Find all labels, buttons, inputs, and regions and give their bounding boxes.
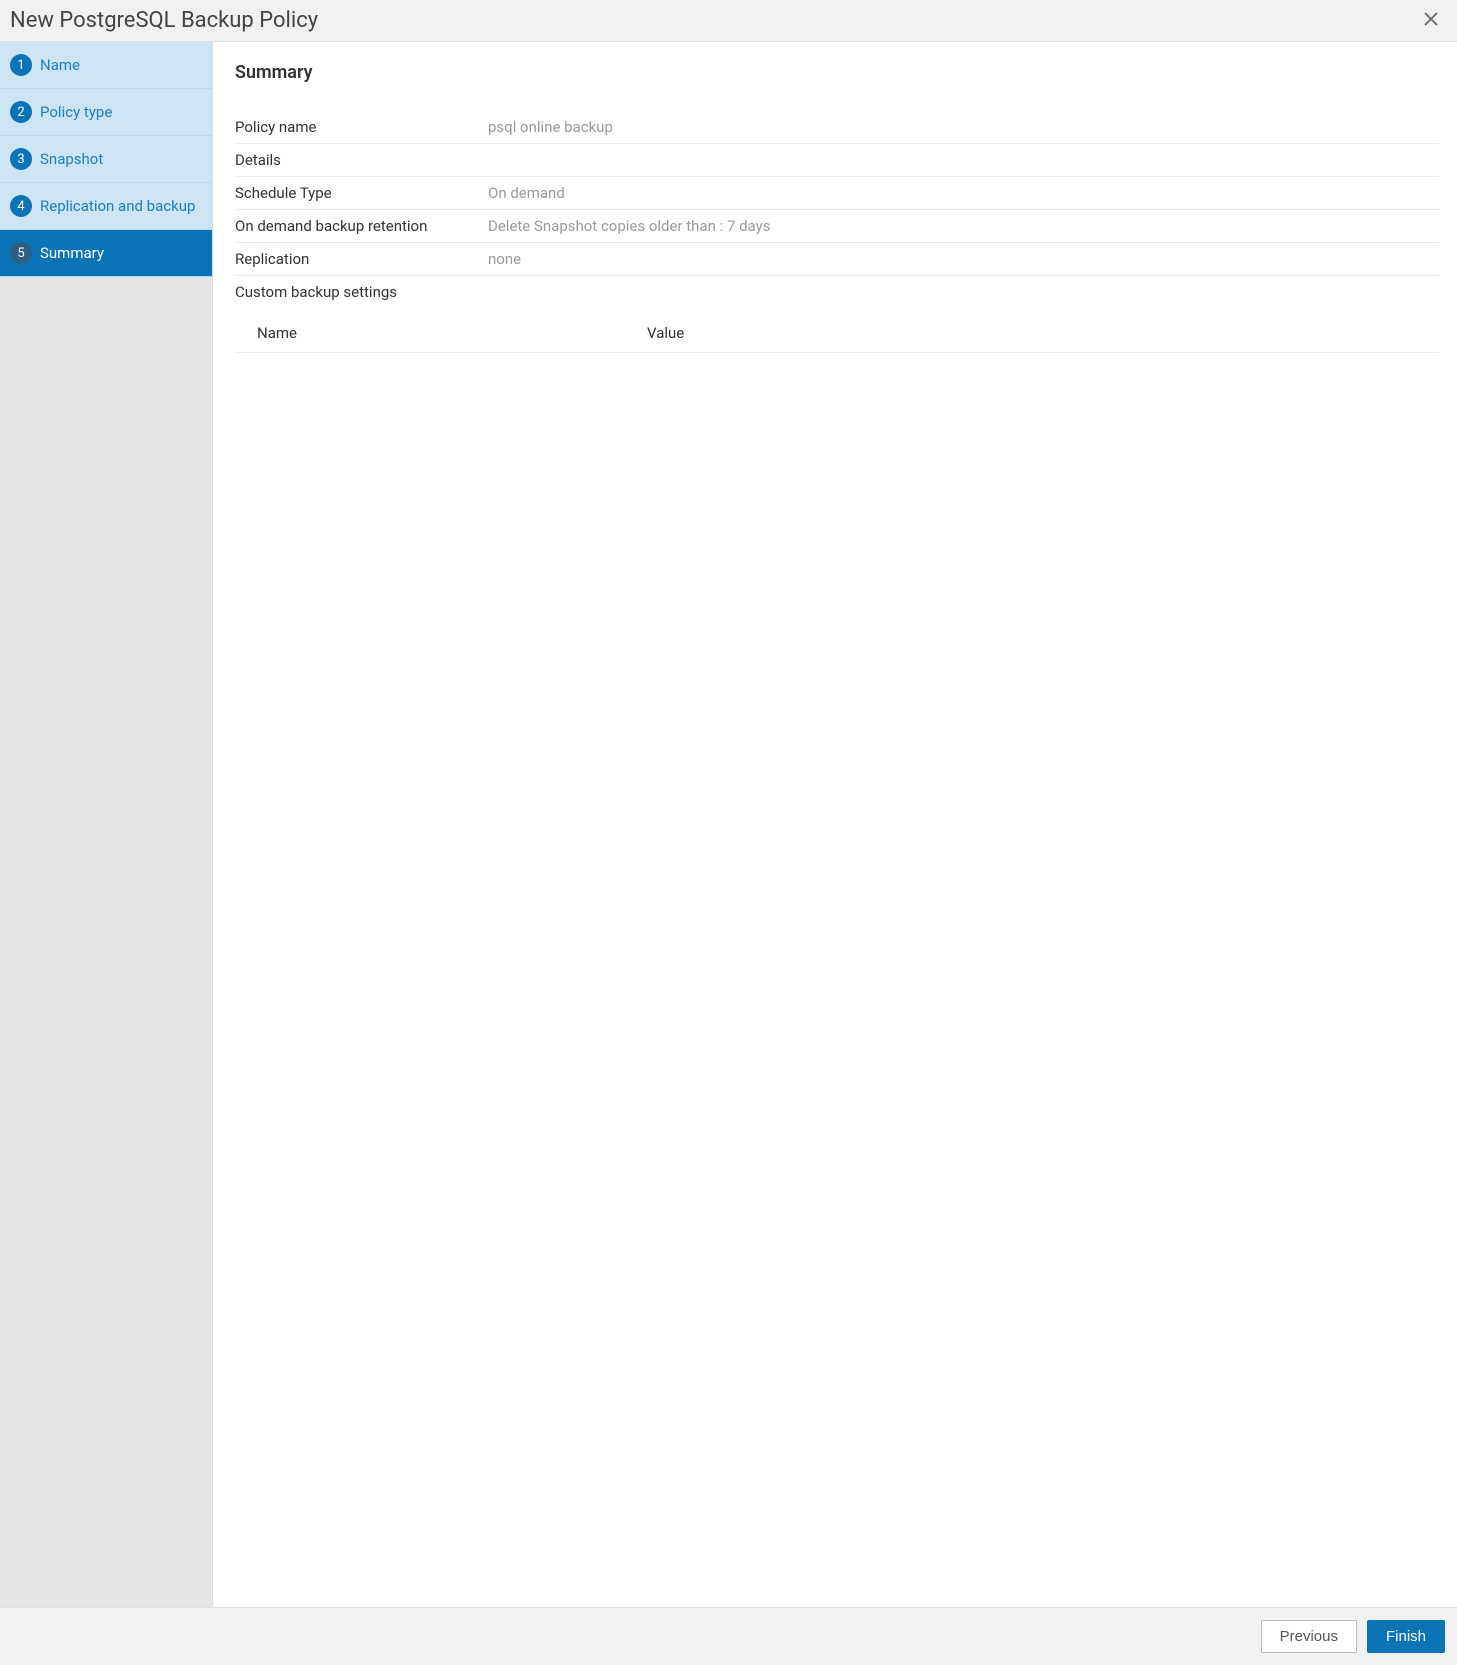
summary-row-retention: On demand backup retention Delete Snapsh… xyxy=(235,210,1439,243)
step-label: Snapshot xyxy=(40,150,103,168)
dialog-body: 1 Name 2 Policy type 3 Snapshot 4 Replic… xyxy=(0,42,1457,1607)
wizard-sidebar: 1 Name 2 Policy type 3 Snapshot 4 Replic… xyxy=(0,42,213,1607)
summary-label: Schedule Type xyxy=(235,184,488,202)
step-label: Name xyxy=(40,56,80,74)
summary-label: On demand backup retention xyxy=(235,217,488,235)
summary-label: Policy name xyxy=(235,118,488,136)
step-number-badge: 4 xyxy=(10,195,32,217)
wizard-step-name[interactable]: 1 Name xyxy=(0,42,212,89)
wizard-step-summary[interactable]: 5 Summary xyxy=(0,230,212,277)
step-number-badge: 5 xyxy=(10,242,32,264)
custom-settings-table-header: Name Value xyxy=(235,314,1439,353)
summary-row-policy-name: Policy name psql online backup xyxy=(235,111,1439,144)
step-number-badge: 3 xyxy=(10,148,32,170)
previous-button[interactable]: Previous xyxy=(1261,1620,1357,1653)
summary-row-replication: Replication none xyxy=(235,243,1439,276)
wizard-step-snapshot[interactable]: 3 Snapshot xyxy=(0,136,212,183)
summary-value: psql online backup xyxy=(488,118,613,136)
table-col-name: Name xyxy=(257,324,647,342)
finish-button[interactable]: Finish xyxy=(1367,1620,1445,1653)
step-label: Replication and backup xyxy=(40,197,195,215)
wizard-step-policy-type[interactable]: 2 Policy type xyxy=(0,89,212,136)
summary-label: Replication xyxy=(235,250,488,268)
step-label: Policy type xyxy=(40,103,112,121)
wizard-step-replication[interactable]: 4 Replication and backup xyxy=(0,183,212,230)
summary-value: none xyxy=(488,250,521,268)
summary-value: On demand xyxy=(488,184,565,202)
dialog-title: New PostgreSQL Backup Policy xyxy=(10,8,318,33)
summary-row-schedule-type: Schedule Type On demand xyxy=(235,177,1439,210)
wizard-content: Summary Policy name psql online backup D… xyxy=(213,42,1457,1607)
close-icon[interactable] xyxy=(1417,8,1445,33)
summary-section-details: Details xyxy=(235,144,1439,177)
dialog-footer: Previous Finish xyxy=(0,1607,1457,1665)
step-number-badge: 2 xyxy=(10,101,32,123)
summary-section-custom: Custom backup settings xyxy=(235,276,1439,308)
step-number-badge: 1 xyxy=(10,54,32,76)
step-label: Summary xyxy=(40,244,104,262)
summary-value: Delete Snapshot copies older than : 7 da… xyxy=(488,217,770,235)
content-heading: Summary xyxy=(235,62,1439,83)
table-col-value: Value xyxy=(647,324,1439,342)
dialog-header: New PostgreSQL Backup Policy xyxy=(0,0,1457,42)
